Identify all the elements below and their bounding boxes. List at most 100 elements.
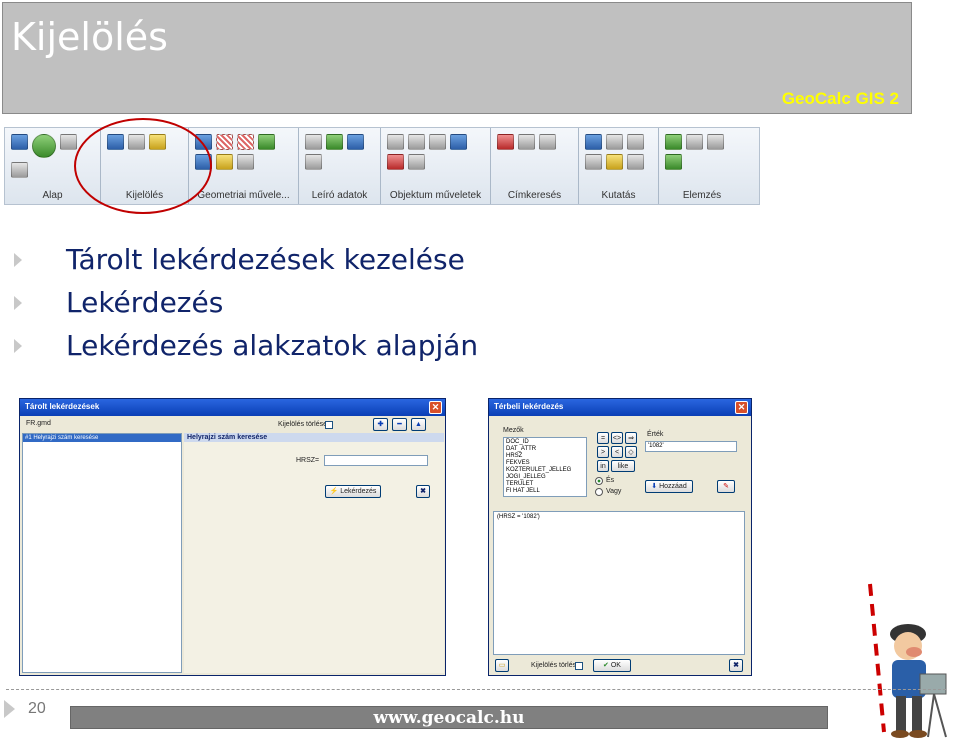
fields-list[interactable]: DOC_ID DAT_ATTR HRSZ FEKVES KOZTERULET_J… xyxy=(503,437,587,497)
value-input[interactable]: '1082' xyxy=(645,441,737,452)
footer-divider xyxy=(6,689,946,690)
ribbon-group-objektum[interactable]: Objektum műveletek xyxy=(381,128,491,204)
hand-icon[interactable] xyxy=(11,162,28,178)
cancel-icon[interactable]: ✖ xyxy=(416,485,430,498)
matrix-icon[interactable] xyxy=(585,134,602,150)
compass-icon[interactable] xyxy=(627,134,644,150)
bullet-item: Lekérdezés xyxy=(14,281,478,324)
edit-icon[interactable]: ✎ xyxy=(717,480,735,493)
dialog-titlebar: Térbeli lekérdezés ✕ xyxy=(489,399,751,416)
cancel-icon[interactable]: ✖ xyxy=(729,659,743,672)
ribbon-group-elemzes[interactable]: Elemzés xyxy=(659,128,745,204)
add-button[interactable]: ⬇ Hozzáad xyxy=(645,480,693,493)
dots-icon[interactable] xyxy=(237,134,254,150)
target-icon[interactable] xyxy=(606,134,623,150)
pin-icon[interactable] xyxy=(518,134,535,150)
hrsz-input[interactable] xyxy=(324,455,428,466)
chart-icon[interactable] xyxy=(665,134,682,150)
globe-icon[interactable] xyxy=(32,134,56,158)
dialog-titlebar: Tárolt lekérdezések ✕ xyxy=(20,399,445,416)
ribbon-group-kutatas[interactable]: Kutatás xyxy=(579,128,659,204)
paste-icon[interactable] xyxy=(429,134,446,150)
area-icon[interactable] xyxy=(258,134,275,150)
report-icon[interactable] xyxy=(686,134,703,150)
table-icon[interactable] xyxy=(347,134,364,150)
ok-button[interactable]: ✔ OK xyxy=(593,659,631,672)
folder-icon[interactable]: ▭ xyxy=(495,659,509,672)
query-button[interactable]: ⚡ Lekérdezés xyxy=(325,485,381,498)
layer-icon[interactable] xyxy=(237,154,254,170)
list-item[interactable]: FI HAT JELL xyxy=(506,488,584,495)
number-icon[interactable] xyxy=(326,134,343,150)
sum-icon[interactable] xyxy=(585,154,602,170)
query-list[interactable]: #1 Helyrajzi szám keresése xyxy=(22,433,182,673)
close-icon[interactable]: ✕ xyxy=(735,401,748,414)
doc-icon[interactable] xyxy=(387,134,404,150)
stats-icon[interactable] xyxy=(665,154,682,170)
file-name: FR.gmd xyxy=(26,420,51,427)
and-radio[interactable] xyxy=(595,477,603,485)
delete-selection-checkbox[interactable] xyxy=(575,662,583,670)
close-icon[interactable]: ✕ xyxy=(429,401,442,414)
list-item[interactable]: FEKVES xyxy=(506,460,584,467)
op-less-button[interactable]: < xyxy=(611,446,623,458)
down-arrow-icon: ⬇ xyxy=(651,483,658,490)
ribbon-group-label: Kutatás xyxy=(601,190,636,201)
bullet-list: Tárolt lekérdezések kezelése Lekérdezés … xyxy=(14,238,478,367)
stored-queries-dialog: Tárolt lekérdezések ✕ FR.gmd Kijelölés tö… xyxy=(19,398,446,676)
page-icon[interactable] xyxy=(408,154,425,170)
op-equals-button[interactable]: = xyxy=(597,432,609,444)
query-textarea[interactable]: (HRSZ = '1082') xyxy=(493,511,745,655)
globe-small-icon[interactable] xyxy=(450,134,467,150)
bullet-item: Lekérdezés alakzatok alapján xyxy=(14,324,478,367)
footer-url[interactable]: www.geocalc.hu xyxy=(374,708,525,728)
op-greater-button[interactable]: > xyxy=(597,446,609,458)
ribbon-group-cimkereses[interactable]: Címkeresés xyxy=(491,128,579,204)
op-notequal-button[interactable]: <> xyxy=(611,432,623,444)
list-item[interactable]: KOZTERULET_JELLEG xyxy=(506,467,584,474)
address-icon[interactable] xyxy=(497,134,514,150)
info-icon[interactable] xyxy=(11,134,28,150)
list-item[interactable]: HRSZ xyxy=(506,453,584,460)
ribbon-group-leiro[interactable]: Leíró adatok xyxy=(299,128,381,204)
measure-icon[interactable] xyxy=(216,154,233,170)
footer-url-bar: www.geocalc.hu xyxy=(70,706,828,729)
op-in-button[interactable]: in xyxy=(597,460,609,472)
sigma-icon[interactable] xyxy=(305,134,322,150)
refresh-icon[interactable] xyxy=(60,134,77,150)
query-panel: Helyrajzi szám keresése HRSZ= ⚡ Lekérdez… xyxy=(184,433,444,673)
color-icon[interactable] xyxy=(387,154,404,170)
ribbon-group-label: Geometriai művele... xyxy=(197,190,290,201)
crosshair-icon[interactable] xyxy=(606,154,623,170)
page-arrow-icon xyxy=(4,700,15,718)
op-lessgreater-button[interactable]: ◇ xyxy=(625,446,637,458)
delete-selection-checkbox[interactable] xyxy=(325,421,333,429)
highlight-oval xyxy=(74,118,212,214)
ribbon-group-label: Elemzés xyxy=(682,190,722,201)
value-label: Érték xyxy=(647,431,664,438)
delete-selection-label: Kijelölés törlése xyxy=(531,662,581,669)
or-radio[interactable] xyxy=(595,488,603,496)
list-item[interactable]: DAT_ATTR xyxy=(506,446,584,453)
remove-query-button[interactable]: ━ xyxy=(392,418,407,431)
or-label: Vagy xyxy=(606,488,622,495)
ribbon-group-label: Leíró adatok xyxy=(311,190,368,201)
list-item[interactable]: JOGI_JELLEG xyxy=(506,474,584,481)
page-number: 20 xyxy=(28,700,46,717)
csv-icon[interactable] xyxy=(305,154,322,170)
add-query-button[interactable]: ✚ xyxy=(373,418,388,431)
list-item[interactable]: TERULET xyxy=(506,481,584,488)
cursor-icon[interactable] xyxy=(627,154,644,170)
function-icon[interactable] xyxy=(707,134,724,150)
list-item[interactable]: #1 Helyrajzi szám keresése xyxy=(23,434,181,442)
hrsz-label: HRSZ= xyxy=(296,457,320,464)
move-up-button[interactable]: ▲ xyxy=(411,418,426,431)
route-icon[interactable] xyxy=(539,134,556,150)
grid-icon[interactable] xyxy=(216,134,233,150)
list-item[interactable]: DOC_ID xyxy=(506,439,584,446)
op-arrow-button[interactable]: ⇒ xyxy=(625,432,637,444)
fields-label: Mezők xyxy=(503,427,524,434)
op-like-button[interactable]: like xyxy=(611,460,635,472)
copy-icon[interactable] xyxy=(408,134,425,150)
check-icon: ✔ xyxy=(603,662,609,669)
